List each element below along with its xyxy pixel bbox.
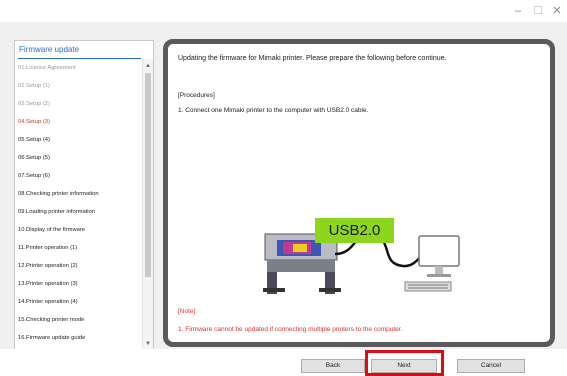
sidebar-scrollbar[interactable]: ▲ ▼ — [142, 59, 153, 349]
sidebar-step-item: 14.Printer operation (4) — [18, 299, 78, 305]
sidebar-title: Firmware update — [19, 45, 80, 54]
note-heading: [Note] — [178, 308, 196, 315]
sidebar-step-item: 04.Setup (3) — [18, 119, 50, 125]
close-icon[interactable]: ✕ — [546, 3, 567, 19]
steps-sidebar: Firmware update 01.License Agreement 02.S… — [14, 40, 154, 352]
sidebar-step-item: 10.Display of the firmware — [18, 227, 86, 233]
sidebar-step-item: 12.Printer operation (2) — [18, 263, 78, 269]
back-button[interactable]: Back — [301, 359, 365, 373]
sidebar-step-item: 05.Setup (4) — [18, 137, 50, 143]
scroll-thumb[interactable] — [145, 73, 151, 277]
sidebar-step-item: 13.Printer operation (3) — [18, 281, 78, 287]
sidebar-step-item: 11.Printer operation (1) — [18, 245, 78, 251]
minimize-icon[interactable]: – — [507, 3, 529, 19]
sidebar-step-item: 01.License Agreement — [18, 65, 76, 71]
printer-icon — [263, 233, 341, 294]
sidebar-step-item: 06.Setup (5) — [18, 155, 50, 161]
scroll-up-icon[interactable]: ▲ — [143, 61, 153, 71]
scroll-down-icon[interactable]: ▼ — [143, 339, 153, 349]
sidebar-step-item: 09.Loading printer information — [18, 209, 96, 215]
procedure-item: 1. Connect one Mimaki printer to the com… — [178, 107, 369, 114]
sidebar-step-item: 07.Setup (6) — [18, 173, 50, 179]
next-button[interactable]: Next — [371, 359, 437, 373]
cancel-button[interactable]: Cancel — [457, 359, 525, 373]
footer-bar: Back Next Cancel — [0, 349, 567, 376]
content-area: Firmware update 01.License Agreement 02.S… — [0, 22, 567, 352]
procedures-heading: [Procedures] — [178, 92, 215, 99]
sidebar-step-item: 08.Checking printer information — [18, 191, 99, 197]
sidebar-step-item: 15.Checking printer mode — [18, 317, 85, 323]
sidebar-step-item: 03.Setup (2) — [18, 101, 50, 107]
sidebar-step-item: 02.Setup (1) — [18, 83, 50, 89]
sidebar-step-item: 16.Firmware update guide — [18, 335, 86, 341]
title-bar: – ☐ ✕ — [0, 0, 567, 22]
steps-list: 01.License Agreement 02.Setup (1) 03.Setup… — [15, 59, 143, 347]
intro-text: Updating the firmware for Mimaki printer… — [178, 55, 447, 62]
usb-label: USB2.0 — [315, 218, 394, 243]
firmware-update-window: – ☐ ✕ Firmware update 01.License Agreeme… — [0, 0, 567, 376]
note-item: 1. Firmware cannot be updated if connect… — [178, 326, 403, 333]
instructions-panel: Updating the firmware for Mimaki printer… — [163, 39, 555, 347]
